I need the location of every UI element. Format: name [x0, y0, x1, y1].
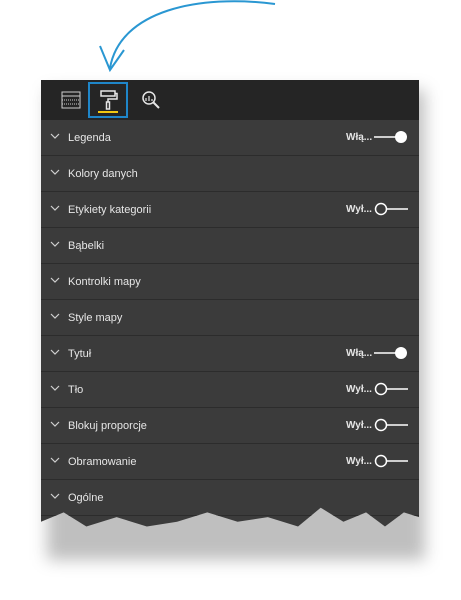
toggle-switch-off[interactable]: [374, 382, 408, 396]
toggle-switch-on[interactable]: [374, 130, 408, 144]
section-label: Bąbelki: [68, 239, 105, 252]
toggle-state-text: Wył...: [346, 456, 372, 467]
section-label: Style mapy: [68, 311, 123, 324]
toggle-switch-off[interactable]: [374, 202, 408, 216]
section-label: Ogólne: [68, 491, 104, 504]
chevron-down-icon: [50, 457, 60, 463]
pane-toolbar: [41, 80, 419, 120]
section-label: Etykiety kategorii: [68, 203, 152, 216]
chevron-down-icon: [50, 205, 60, 211]
section-tytul[interactable]: Tytuł Włą...: [41, 336, 419, 372]
paint-roller-icon: [100, 90, 118, 110]
toggle-switch-on[interactable]: [374, 346, 408, 360]
section-label: Blokuj proporcje: [68, 419, 147, 432]
chevron-down-icon: [50, 493, 60, 499]
section-obramowanie[interactable]: Obramowanie Wył...: [41, 444, 419, 480]
format-sections-list: Legenda Włą... Kolory danych Etykiety ka…: [41, 120, 419, 516]
section-label: Legenda: [68, 131, 111, 144]
toggle-state-text: Wył...: [346, 204, 372, 215]
fields-grid-icon: [61, 91, 81, 109]
chevron-down-icon: [50, 313, 60, 319]
analytics-magnifier-icon: [142, 91, 160, 109]
toggle-state-text: Wył...: [346, 420, 372, 431]
chevron-down-icon: [50, 241, 60, 247]
section-label: Tytuł: [68, 347, 92, 360]
toggle-switch-off[interactable]: [374, 454, 408, 468]
toggle-switch-off[interactable]: [374, 418, 408, 432]
fields-tab-button[interactable]: [55, 84, 87, 116]
chevron-down-icon: [50, 277, 60, 283]
toggle-state-text: Wył...: [346, 384, 372, 395]
section-etykiety-kategorii[interactable]: Etykiety kategorii Wył...: [41, 192, 419, 228]
section-blokuj-proporcje[interactable]: Blokuj proporcje Wył...: [41, 408, 419, 444]
section-babelki[interactable]: Bąbelki: [41, 228, 419, 264]
chevron-down-icon: [50, 133, 60, 139]
section-style-mapy[interactable]: Style mapy: [41, 300, 419, 336]
format-tab-button[interactable]: [88, 82, 128, 118]
section-kontrolki-mapy[interactable]: Kontrolki mapy: [41, 264, 419, 300]
section-kolory-danych[interactable]: Kolory danych: [41, 156, 419, 192]
chevron-down-icon: [50, 169, 60, 175]
chevron-down-icon: [50, 421, 60, 427]
section-label: Kolory danych: [68, 167, 138, 180]
section-label: Kontrolki mapy: [68, 275, 141, 288]
active-tab-underline: [98, 111, 118, 113]
section-legenda[interactable]: Legenda Włą...: [41, 120, 419, 156]
section-label: Tło: [68, 383, 84, 396]
toggle-state-text: Włą...: [346, 132, 373, 143]
section-label: Obramowanie: [68, 455, 137, 468]
section-tlo[interactable]: Tło Wył...: [41, 372, 419, 408]
toggle-state-text: Włą...: [346, 348, 373, 359]
chevron-down-icon: [50, 385, 60, 391]
visualizations-format-pane: Legenda Włą... Kolory danych Etykiety ka…: [41, 80, 419, 527]
chevron-down-icon: [50, 349, 60, 355]
analytics-tab-button[interactable]: [135, 84, 167, 116]
section-ogolne[interactable]: Ogólne: [41, 480, 419, 516]
